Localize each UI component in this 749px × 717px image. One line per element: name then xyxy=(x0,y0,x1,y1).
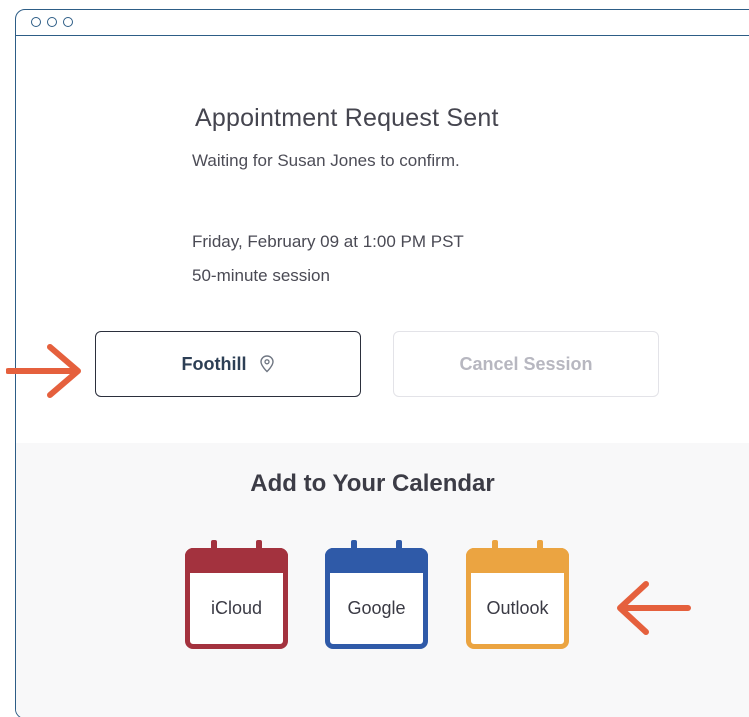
window-control-dot[interactable] xyxy=(47,17,57,27)
calendar-ring xyxy=(211,540,217,556)
icloud-label: iCloud xyxy=(210,598,263,618)
calendar-icon-header xyxy=(325,548,428,573)
calendar-ring xyxy=(537,540,543,556)
session-duration: 50-minute session xyxy=(192,266,330,285)
right-arrow-icon xyxy=(6,344,81,398)
outlook-calendar-button[interactable]: Outlook xyxy=(466,540,569,650)
appointment-datetime: Friday, February 09 at 1:00 PM PST xyxy=(192,232,464,251)
calendar-icon-header xyxy=(185,548,288,573)
calendar-ring xyxy=(492,540,498,556)
google-calendar-button[interactable]: Google xyxy=(325,540,428,650)
left-arrow-icon xyxy=(617,581,691,635)
calendar-heading: Add to Your Calendar xyxy=(250,470,495,497)
google-label: Google xyxy=(347,598,406,618)
calendar-ring xyxy=(396,540,402,556)
cancel-session-label: Cancel Session xyxy=(459,353,593,374)
window-control-dot[interactable] xyxy=(31,17,41,27)
calendar-ring xyxy=(351,540,357,556)
location-label: Foothill xyxy=(181,353,247,374)
window-control-dot[interactable] xyxy=(63,17,73,27)
page-title: Appointment Request Sent xyxy=(195,104,499,132)
window-titlebar xyxy=(16,10,749,36)
location-button[interactable]: Foothill xyxy=(95,331,361,397)
cancel-session-button[interactable]: Cancel Session xyxy=(393,331,659,397)
outlook-label: Outlook xyxy=(486,598,549,618)
calendar-icon-header xyxy=(466,548,569,573)
icloud-calendar-button[interactable]: iCloud xyxy=(185,540,288,650)
map-pin-icon xyxy=(260,355,275,373)
status-message: Waiting for Susan Jones to confirm. xyxy=(192,151,460,170)
calendar-ring xyxy=(256,540,262,556)
